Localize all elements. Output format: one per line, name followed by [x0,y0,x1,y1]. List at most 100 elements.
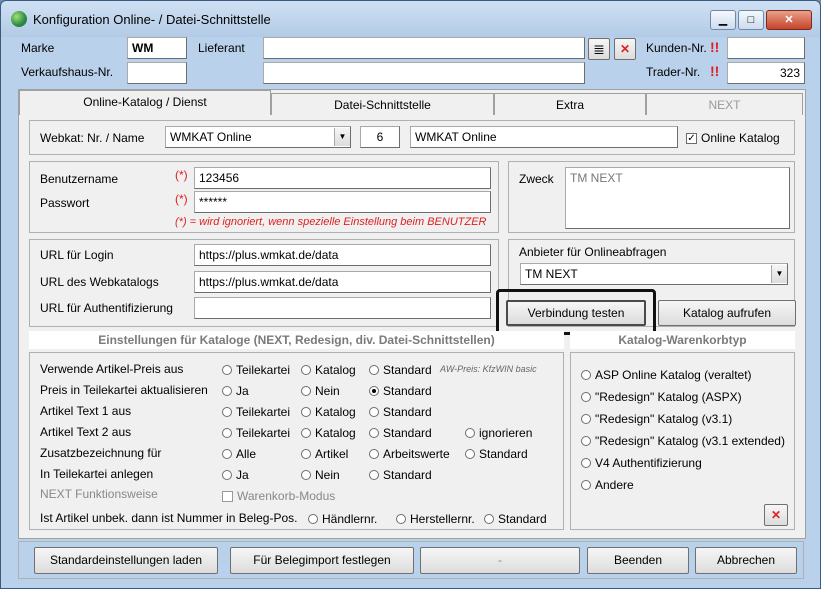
unbek-radio-option[interactable]: Standard [484,512,547,526]
belegimport-button[interactable]: Für Belegimport festlegen [230,547,414,574]
delete-icon[interactable]: ✕ [764,504,788,526]
setting-radio-option[interactable]: Standard [369,468,432,482]
tab-datei-schnittstelle[interactable]: Datei-Schnittstelle [271,93,494,115]
minimize-button[interactable]: ▁ [710,10,736,30]
setting-radio-label: Arbeitswerte [383,447,450,461]
setting-row-label: Artikel Text 2 aus [40,425,132,439]
standardeinstellungen-button[interactable]: Standardeinstellungen laden [34,547,218,574]
warenkorb-radio-label: V4 Authentifizierung [595,456,702,470]
webkat-label: Webkat: Nr. / Name [40,131,145,145]
verbindung-testen-button[interactable]: Verbindung testen [506,300,646,326]
list-icon[interactable]: ≣ [588,38,610,60]
warenkorb-radio-option[interactable]: "Redesign" Katalog (v3.1) [581,412,732,426]
unbek-radio-option[interactable]: Herstellernr. [396,512,475,526]
setting-radio-option[interactable]: Standard [369,363,432,377]
kunden-label: Kunden-Nr. [646,41,707,55]
lieferant-field-2[interactable] [263,62,585,84]
dialog-window: Konfiguration Online- / Datei-Schnittste… [0,0,821,589]
setting-radio-label: Teilekartei [236,363,291,377]
zweck-label: Zweck [519,172,554,186]
lieferant-label: Lieferant [198,41,245,55]
setting-radio-label: Standard [383,363,432,377]
chevron-down-icon[interactable]: ▼ [334,128,350,146]
setting-row-label: Zusatzbezeichnung für [40,446,162,460]
webkat-select[interactable]: WMKAT Online [165,126,351,148]
setting-radio-option[interactable]: Arbeitswerte [369,447,450,461]
warning-icon: !! [710,39,720,55]
warenkorb-radio-option[interactable]: "Redesign" Katalog (ASPX) [581,390,742,404]
setting-radio-option[interactable]: Katalog [301,405,356,419]
setting-radio-label: Teilekartei [236,426,291,440]
disabled-button[interactable]: - [420,547,580,574]
benutzername-field[interactable]: 123456 [194,167,491,189]
webkat-nr-field[interactable]: 6 [360,126,400,148]
setting-radio-option[interactable]: Standard [369,384,432,398]
setting-row-label: Artikel Text 1 aus [40,404,132,418]
tab-online-katalog[interactable]: Online-Katalog / Dienst [19,90,271,115]
setting-radio-option[interactable]: Katalog [301,363,356,377]
chevron-down-icon[interactable]: ▼ [771,265,787,283]
setting-radio-option[interactable]: Teilekartei [222,363,290,377]
online-katalog-checkbox[interactable]: ✓ Online Katalog [686,131,780,145]
setting-radio-option[interactable]: Standard [369,426,432,440]
delete-icon[interactable]: ✕ [614,38,636,60]
setting-radio-label: Standard [383,426,432,440]
setting-radio-label: Alle [236,447,257,461]
unbek-radio-label: Herstellernr. [410,512,475,526]
next-funktionsweise-label: NEXT Funktionsweise [40,487,158,501]
setting-radio-option[interactable]: Ja [222,384,249,398]
einstellungen-panel [29,352,564,530]
beenden-button[interactable]: Beenden [587,547,689,574]
marke-field[interactable]: WM [127,37,187,59]
setting-radio-option[interactable]: Katalog [301,426,356,440]
setting-radio-label: Ja [236,468,249,482]
kunden-field[interactable] [727,37,805,59]
warenkorb-radio-option[interactable]: Andere [581,478,634,492]
warenkorb-modus-checkbox[interactable]: Warenkorb-Modus [222,489,335,503]
warenkorb-radio-option[interactable]: V4 Authentifizierung [581,456,702,470]
setting-radio-option[interactable]: Teilekartei [222,426,290,440]
anbieter-select[interactable]: TM NEXT [520,263,788,285]
setting-radio-label: Standard [479,447,528,461]
close-window-button[interactable]: ✕ [766,10,812,30]
login-note: (*) = wird ignoriert, wenn spezielle Ein… [175,216,487,228]
url-auth-field[interactable] [194,297,491,319]
setting-radio-option[interactable]: Standard [465,447,528,461]
katalog-aufrufen-button[interactable]: Katalog aufrufen [658,300,796,326]
setting-radio-label: Nein [315,384,340,398]
anbieter-label: Anbieter für Onlineabfragen [519,245,667,259]
setting-radio-option[interactable]: Ja [222,468,249,482]
tab-next[interactable]: NEXT [646,93,803,115]
setting-radio-option[interactable]: Nein [301,468,340,482]
setting-radio-label: Katalog [315,363,356,377]
setting-radio-label: Teilekartei [236,405,291,419]
setting-radio-label: ignorieren [479,426,533,440]
verkaufshaus-field[interactable] [127,62,187,84]
url-webkat-field[interactable]: https://plus.wmkat.de/data [194,271,491,293]
warenkorb-radio-label: Andere [595,478,634,492]
setting-radio-option[interactable]: Nein [301,384,340,398]
warenkorb-radio-option[interactable]: "Redesign" Katalog (v3.1 extended) [581,434,785,448]
warenkorb-radio-option[interactable]: ASP Online Katalog (veraltet) [581,368,752,382]
setting-radio-option[interactable]: ignorieren [465,426,532,440]
setting-radio-option[interactable]: Teilekartei [222,405,290,419]
passwort-field[interactable]: ****** [194,191,491,213]
setting-radio-option[interactable]: Artikel [301,447,348,461]
setting-radio-label: Standard [383,405,432,419]
title-bar[interactable]: Konfiguration Online- / Datei-Schnittste… [1,1,820,37]
lieferant-field[interactable] [263,37,585,59]
url-login-field[interactable]: https://plus.wmkat.de/data [194,244,491,266]
unbek-radio-label: Händlernr. [322,512,378,526]
maximize-button[interactable]: □ [738,10,764,30]
trader-field[interactable]: 323 [727,62,805,84]
unbek-radio-option[interactable]: Händlernr. [308,512,377,526]
trader-label: Trader-Nr. [646,65,701,79]
setting-radio-option[interactable]: Alle [222,447,256,461]
abbrechen-button[interactable]: Abbrechen [695,547,797,574]
zweck-field[interactable]: TM NEXT [565,167,790,229]
tab-extra[interactable]: Extra [494,93,646,115]
webkat-name-field[interactable]: WMKAT Online [410,126,678,148]
globe-icon [11,11,27,27]
setting-radio-option[interactable]: Standard [369,405,432,419]
window-title: Konfiguration Online- / Datei-Schnittste… [33,12,271,27]
